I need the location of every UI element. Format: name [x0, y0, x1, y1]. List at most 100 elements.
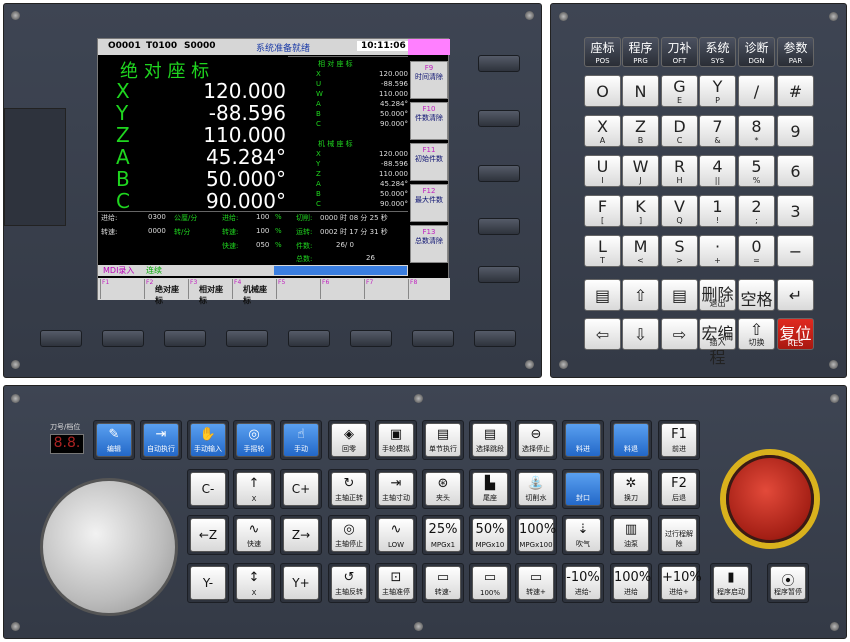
panel-button[interactable]: F2 后退: [661, 472, 697, 506]
keypad-key[interactable]: UI: [584, 155, 621, 187]
panel-button[interactable]: ⊡ 主轴准停: [378, 566, 414, 600]
panel-button[interactable]: ▤ 单节执行: [425, 423, 461, 457]
panel-button[interactable]: ✋ 手动输入: [190, 423, 226, 457]
panel-button[interactable]: -10% 进给-: [565, 566, 601, 600]
screen-tab[interactable]: F6: [320, 279, 362, 299]
keypad-key[interactable]: WJ: [622, 155, 659, 187]
keypad-key[interactable]: 2;: [738, 195, 775, 227]
panel-button[interactable]: ↕ X: [236, 566, 272, 600]
keypad-key[interactable]: /: [738, 75, 775, 107]
panel-button[interactable]: ▤ 选择跳段: [472, 423, 508, 457]
keypad-key[interactable]: ZB: [622, 115, 659, 147]
panel-button[interactable]: ◈ 回零: [331, 423, 367, 457]
panel-button[interactable]: 25% MPGx1: [425, 518, 461, 552]
panel-button[interactable]: ☝ 手动: [283, 423, 319, 457]
side-soft-key[interactable]: [478, 55, 520, 72]
bottom-soft-key[interactable]: [350, 330, 392, 347]
screen-tab[interactable]: F1: [100, 279, 142, 299]
keypad-key[interactable]: 3: [777, 195, 814, 227]
keypad-key[interactable]: RH: [661, 155, 698, 187]
panel-button[interactable]: ⊛ 夹头: [425, 472, 461, 506]
bottom-soft-key[interactable]: [412, 330, 454, 347]
function-key[interactable]: 系统 SYS: [699, 37, 736, 67]
keypad-key[interactable]: XA: [584, 115, 621, 147]
keypad-key[interactable]: S >: [661, 235, 698, 267]
keypad-key[interactable]: 删除 退出: [699, 279, 736, 311]
keypad-key[interactable]: #: [777, 75, 814, 107]
screen-tab[interactable]: F3 相对座标: [188, 279, 230, 305]
panel-button[interactable]: ←Z: [190, 518, 226, 552]
keypad-key[interactable]: ▤: [661, 279, 698, 311]
panel-button[interactable]: ✲ 换刀: [613, 472, 649, 506]
emergency-stop-button[interactable]: [726, 455, 814, 543]
soft-function-key[interactable]: F10 件数清除: [410, 102, 448, 140]
panel-button[interactable]: 100% MPGx100: [518, 518, 556, 552]
panel-button[interactable]: C+: [283, 472, 319, 506]
keypad-key[interactable]: ⇨: [661, 318, 698, 350]
keypad-key[interactable]: N: [622, 75, 659, 107]
soft-function-key[interactable]: F13 总数清除: [410, 225, 448, 263]
panel-button[interactable]: ⦿ 程序暂停: [770, 566, 806, 600]
screen-tab[interactable]: F7: [364, 279, 406, 299]
keypad-key[interactable]: 9: [777, 115, 814, 147]
keypad-key[interactable]: 复位 RES: [777, 318, 814, 350]
keypad-key[interactable]: M <: [622, 235, 659, 267]
bottom-soft-key[interactable]: [40, 330, 82, 347]
side-soft-key[interactable]: [478, 165, 520, 182]
keypad-key[interactable]: ⇦: [584, 318, 621, 350]
panel-button[interactable]: ⊖ 选择停止: [518, 423, 554, 457]
keypad-key[interactable]: ⇧: [622, 279, 659, 311]
keypad-key[interactable]: 4 ||: [699, 155, 736, 187]
panel-button[interactable]: ✎ 编辑: [96, 423, 132, 457]
panel-button[interactable]: F1 前进: [661, 423, 697, 457]
keypad-key[interactable]: VQ: [661, 195, 698, 227]
panel-button[interactable]: ▣ 手轮模拟: [378, 423, 414, 457]
panel-button[interactable]: ↺ 主轴反转: [331, 566, 367, 600]
keypad-key[interactable]: −: [777, 235, 814, 267]
keypad-key[interactable]: GE: [661, 75, 698, 107]
keypad-key[interactable]: LT: [584, 235, 621, 267]
panel-button[interactable]: ⇣ 吹气: [565, 518, 601, 552]
keypad-key[interactable]: O: [584, 75, 621, 107]
keypad-key[interactable]: 宏编程 插入: [699, 318, 736, 367]
keypad-key[interactable]: · +: [699, 235, 736, 267]
keypad-key[interactable]: ⇧ 切换: [738, 318, 775, 350]
bottom-soft-key[interactable]: [226, 330, 268, 347]
bottom-soft-key[interactable]: [102, 330, 144, 347]
keypad-key[interactable]: K]: [622, 195, 659, 227]
panel-button[interactable]: ▭ 100%: [472, 566, 508, 600]
panel-button[interactable]: ∿ 快速: [236, 518, 272, 552]
keypad-key[interactable]: 空格: [738, 279, 775, 311]
soft-function-key[interactable]: F9 时间清除: [410, 61, 448, 99]
function-key[interactable]: 刀补 OFT: [661, 37, 698, 67]
panel-button[interactable]: ◎ 手摇轮: [236, 423, 272, 457]
keypad-key[interactable]: 7 &: [699, 115, 736, 147]
bottom-soft-key[interactable]: [288, 330, 330, 347]
keypad-key[interactable]: YP: [699, 75, 736, 107]
panel-button[interactable]: ↻ 主轴正转: [331, 472, 367, 506]
panel-button[interactable]: ▮ 程序启动: [713, 566, 749, 600]
screen-tab[interactable]: F2 绝对座标: [144, 279, 186, 305]
keypad-key[interactable]: 5%: [738, 155, 775, 187]
screen-tab[interactable]: F5: [276, 279, 318, 299]
panel-button[interactable]: ▭ 转速+: [518, 566, 554, 600]
panel-button[interactable]: ▙ 尾座: [472, 472, 508, 506]
keypad-key[interactable]: DC: [661, 115, 698, 147]
function-key[interactable]: 程序 PRG: [622, 37, 659, 67]
panel-button[interactable]: ⇥ 自动执行: [143, 423, 179, 457]
function-key[interactable]: 诊断 DGN: [738, 37, 775, 67]
panel-button[interactable]: ∿ LOW: [378, 518, 414, 552]
panel-button[interactable]: ⇥ 主轴寸动: [378, 472, 414, 506]
screen-tab[interactable]: F8: [408, 279, 450, 299]
panel-button[interactable]: 封口: [565, 472, 601, 506]
panel-button[interactable]: Y+: [283, 566, 319, 600]
keypad-key[interactable]: ▤: [584, 279, 621, 311]
soft-function-key[interactable]: F12 最大件数: [410, 184, 448, 222]
screen-tab[interactable]: F4 机械座标: [232, 279, 274, 305]
handwheel[interactable]: [40, 478, 178, 616]
function-key[interactable]: 参数 PAR: [777, 37, 814, 67]
panel-button[interactable]: ↑ X: [236, 472, 272, 506]
panel-button[interactable]: Z→: [283, 518, 319, 552]
keypad-key[interactable]: ⇩: [622, 318, 659, 350]
panel-button[interactable]: 料退: [613, 423, 649, 457]
